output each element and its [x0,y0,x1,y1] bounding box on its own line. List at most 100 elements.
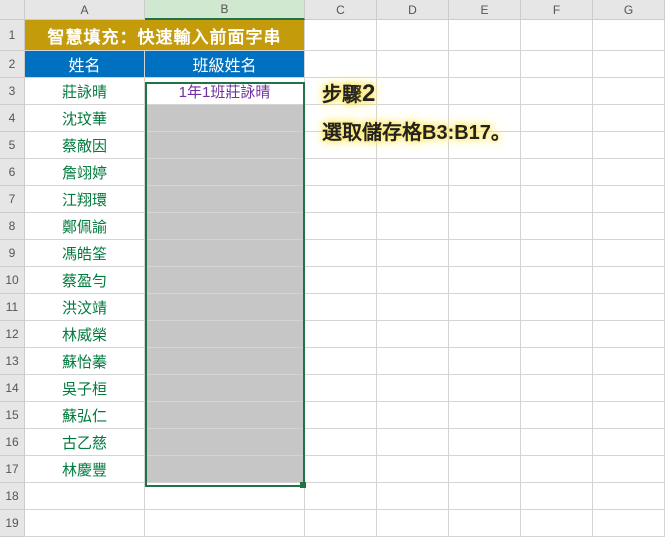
selected-cell[interactable] [145,375,305,402]
cell[interactable] [521,321,593,348]
name-cell[interactable]: 蔡敵因 [25,132,145,159]
cell[interactable] [377,240,449,267]
cell[interactable] [305,348,377,375]
col-header[interactable]: F [521,0,593,20]
cell[interactable] [377,510,449,537]
cell[interactable] [305,186,377,213]
cell[interactable] [593,78,665,105]
name-cell[interactable]: 古乙慈 [25,429,145,456]
selected-cell[interactable] [145,294,305,321]
cell[interactable] [377,20,449,51]
cell[interactable] [593,213,665,240]
cell[interactable] [593,132,665,159]
cell[interactable] [305,375,377,402]
row-header[interactable]: 11 [0,294,25,321]
cell[interactable] [377,456,449,483]
cell[interactable] [449,510,521,537]
cell[interactable] [449,429,521,456]
cell[interactable] [377,429,449,456]
name-cell[interactable]: 吳子桓 [25,375,145,402]
cell[interactable] [305,456,377,483]
selected-cell[interactable] [145,456,305,483]
cell[interactable] [377,375,449,402]
title-cell[interactable]: 智慧填充：快速輸入前面字串 [25,20,305,51]
cell[interactable] [305,213,377,240]
row-header[interactable]: 4 [0,105,25,132]
selected-cell[interactable] [145,132,305,159]
cell[interactable] [521,267,593,294]
cell[interactable] [449,402,521,429]
cell[interactable] [305,429,377,456]
selected-cell[interactable] [145,267,305,294]
cell[interactable] [521,213,593,240]
cell[interactable] [25,483,145,510]
col-header[interactable]: D [377,0,449,20]
cell[interactable] [521,159,593,186]
cell[interactable] [449,213,521,240]
cell[interactable] [305,51,377,78]
cell[interactable] [377,294,449,321]
cell[interactable] [449,456,521,483]
name-cell[interactable]: 莊詠晴 [25,78,145,105]
cell[interactable] [145,483,305,510]
cell[interactable] [593,375,665,402]
cell[interactable] [305,20,377,51]
selected-cell[interactable] [145,348,305,375]
cell[interactable] [377,213,449,240]
cell[interactable] [305,240,377,267]
selected-cell[interactable] [145,105,305,132]
cell[interactable] [593,240,665,267]
name-cell[interactable]: 林慶豐 [25,456,145,483]
name-cell[interactable]: 洪汶靖 [25,294,145,321]
cell[interactable] [449,348,521,375]
cell[interactable] [521,483,593,510]
row-header[interactable]: 9 [0,240,25,267]
row-header[interactable]: 2 [0,51,25,78]
cell[interactable] [521,78,593,105]
cell[interactable] [305,321,377,348]
row-header[interactable]: 3 [0,78,25,105]
row-header[interactable]: 13 [0,348,25,375]
row-header[interactable]: 1 [0,20,25,51]
cell[interactable] [593,321,665,348]
header-cell-classname[interactable]: 班級姓名 [145,51,305,78]
cell[interactable] [377,483,449,510]
cell[interactable] [521,429,593,456]
cell[interactable] [305,294,377,321]
selected-cell[interactable] [145,240,305,267]
cell[interactable] [593,510,665,537]
cell[interactable] [593,159,665,186]
name-cell[interactable]: 蘇怡蓁 [25,348,145,375]
cell[interactable] [305,402,377,429]
row-header[interactable]: 12 [0,321,25,348]
cell[interactable] [521,186,593,213]
cell[interactable] [593,51,665,78]
cell[interactable] [521,240,593,267]
selected-cell[interactable] [145,213,305,240]
name-cell[interactable]: 江翔環 [25,186,145,213]
cell[interactable] [521,456,593,483]
cell[interactable] [593,429,665,456]
col-header[interactable]: A [25,0,145,20]
name-cell[interactable]: 馮皓筌 [25,240,145,267]
cell[interactable] [377,348,449,375]
row-header[interactable]: 19 [0,510,25,537]
cell[interactable] [377,267,449,294]
cell[interactable] [593,267,665,294]
row-header[interactable]: 8 [0,213,25,240]
cell[interactable] [305,483,377,510]
cell[interactable] [449,20,521,51]
cell[interactable] [593,20,665,51]
cell[interactable] [593,105,665,132]
cell[interactable] [521,51,593,78]
name-cell[interactable]: 沈玟華 [25,105,145,132]
cell[interactable] [145,510,305,537]
cell[interactable] [377,186,449,213]
cell[interactable] [377,159,449,186]
selected-cell[interactable] [145,186,305,213]
cell[interactable] [449,267,521,294]
selected-cell[interactable] [145,429,305,456]
cell[interactable] [593,456,665,483]
name-cell[interactable]: 林威榮 [25,321,145,348]
selected-cell[interactable] [145,321,305,348]
